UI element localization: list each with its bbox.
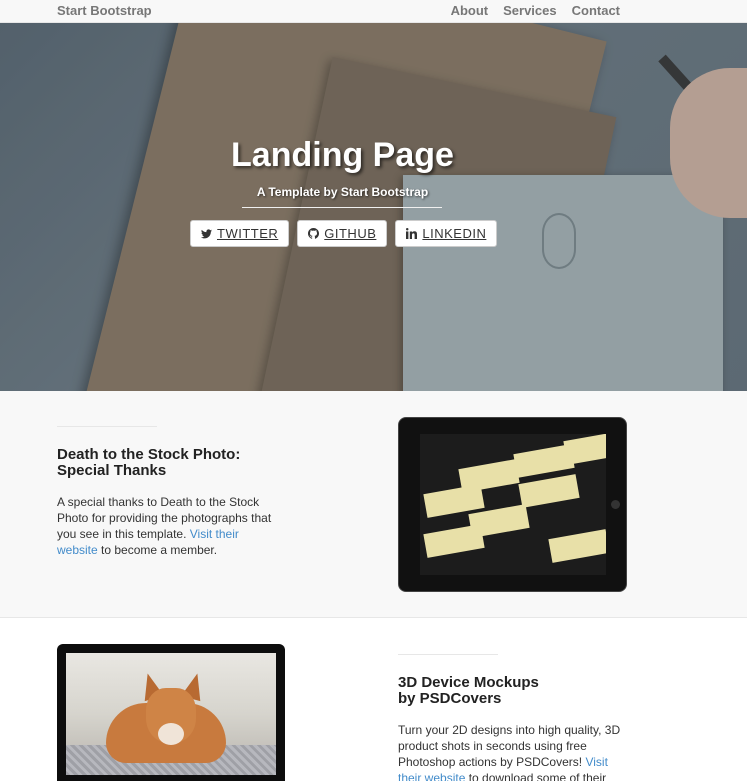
- section-2-heading-line1: 3D Device Mockups: [398, 674, 539, 691]
- section-1-text-body: A special thanks to Death to the Stock P…: [57, 495, 272, 541]
- nav-link-services[interactable]: Services: [503, 3, 557, 18]
- linkedin-button-label: LINKEDIN: [422, 226, 487, 241]
- nav-link-about[interactable]: About: [451, 3, 489, 18]
- linkedin-icon: [406, 228, 418, 239]
- laptop-screen-dog-photo: [66, 653, 276, 775]
- section-2-text: Turn your 2D designs into high quality, …: [398, 722, 630, 781]
- section-1-heading-line2: Special Thanks: [57, 462, 167, 479]
- social-buttons: TWITTER GITHUB LINKEDIN: [190, 220, 498, 247]
- hero-divider: [242, 207, 442, 208]
- section-2-heading-line2: by PSDCovers: [398, 690, 502, 707]
- section-1-text: A special thanks to Death to the Stock P…: [57, 494, 282, 558]
- ipad-mockup-image: [398, 417, 627, 592]
- linkedin-button[interactable]: LINKEDIN: [395, 220, 498, 247]
- section-2-heading: 3D Device Mockups by PSDCovers: [398, 675, 539, 707]
- twitter-icon: [201, 228, 212, 238]
- github-button-label: GITHUB: [324, 226, 377, 241]
- hero-title: Landing Page: [231, 136, 454, 174]
- section-divider: [57, 426, 157, 427]
- section-2-text-tail: to download some of their: [468, 771, 607, 781]
- nav-links: About Services Contact: [451, 3, 620, 18]
- section-divider: [398, 654, 498, 655]
- brand-link[interactable]: Start Bootstrap: [57, 3, 152, 18]
- navbar: Start Bootstrap About Services Contact: [0, 0, 747, 23]
- laptop-mockup-image: [57, 644, 285, 781]
- ipad-home-button: [611, 500, 620, 509]
- content-section-1: Death to the Stock Photo: Special Thanks…: [0, 391, 747, 618]
- hero-content: Landing Page A Template by Start Bootstr…: [0, 23, 747, 391]
- section-1-heading: Death to the Stock Photo: Special Thanks: [57, 447, 240, 479]
- twitter-button[interactable]: TWITTER: [190, 220, 290, 247]
- hero-subtitle: A Template by Start Bootstrap: [256, 185, 429, 199]
- twitter-button-label: TWITTER: [217, 226, 279, 241]
- section-1-heading-line1: Death to the Stock Photo:: [57, 446, 241, 463]
- hero-banner: Landing Page A Template by Start Bootstr…: [0, 23, 747, 391]
- nav-link-contact[interactable]: Contact: [572, 3, 620, 18]
- github-icon: [308, 228, 320, 239]
- github-button[interactable]: GITHUB: [297, 220, 388, 247]
- ipad-screen: [420, 434, 606, 575]
- content-section-2: 3D Device Mockups by PSDCovers Turn your…: [0, 618, 747, 781]
- section-1-text-tail: to become a member.: [101, 543, 218, 557]
